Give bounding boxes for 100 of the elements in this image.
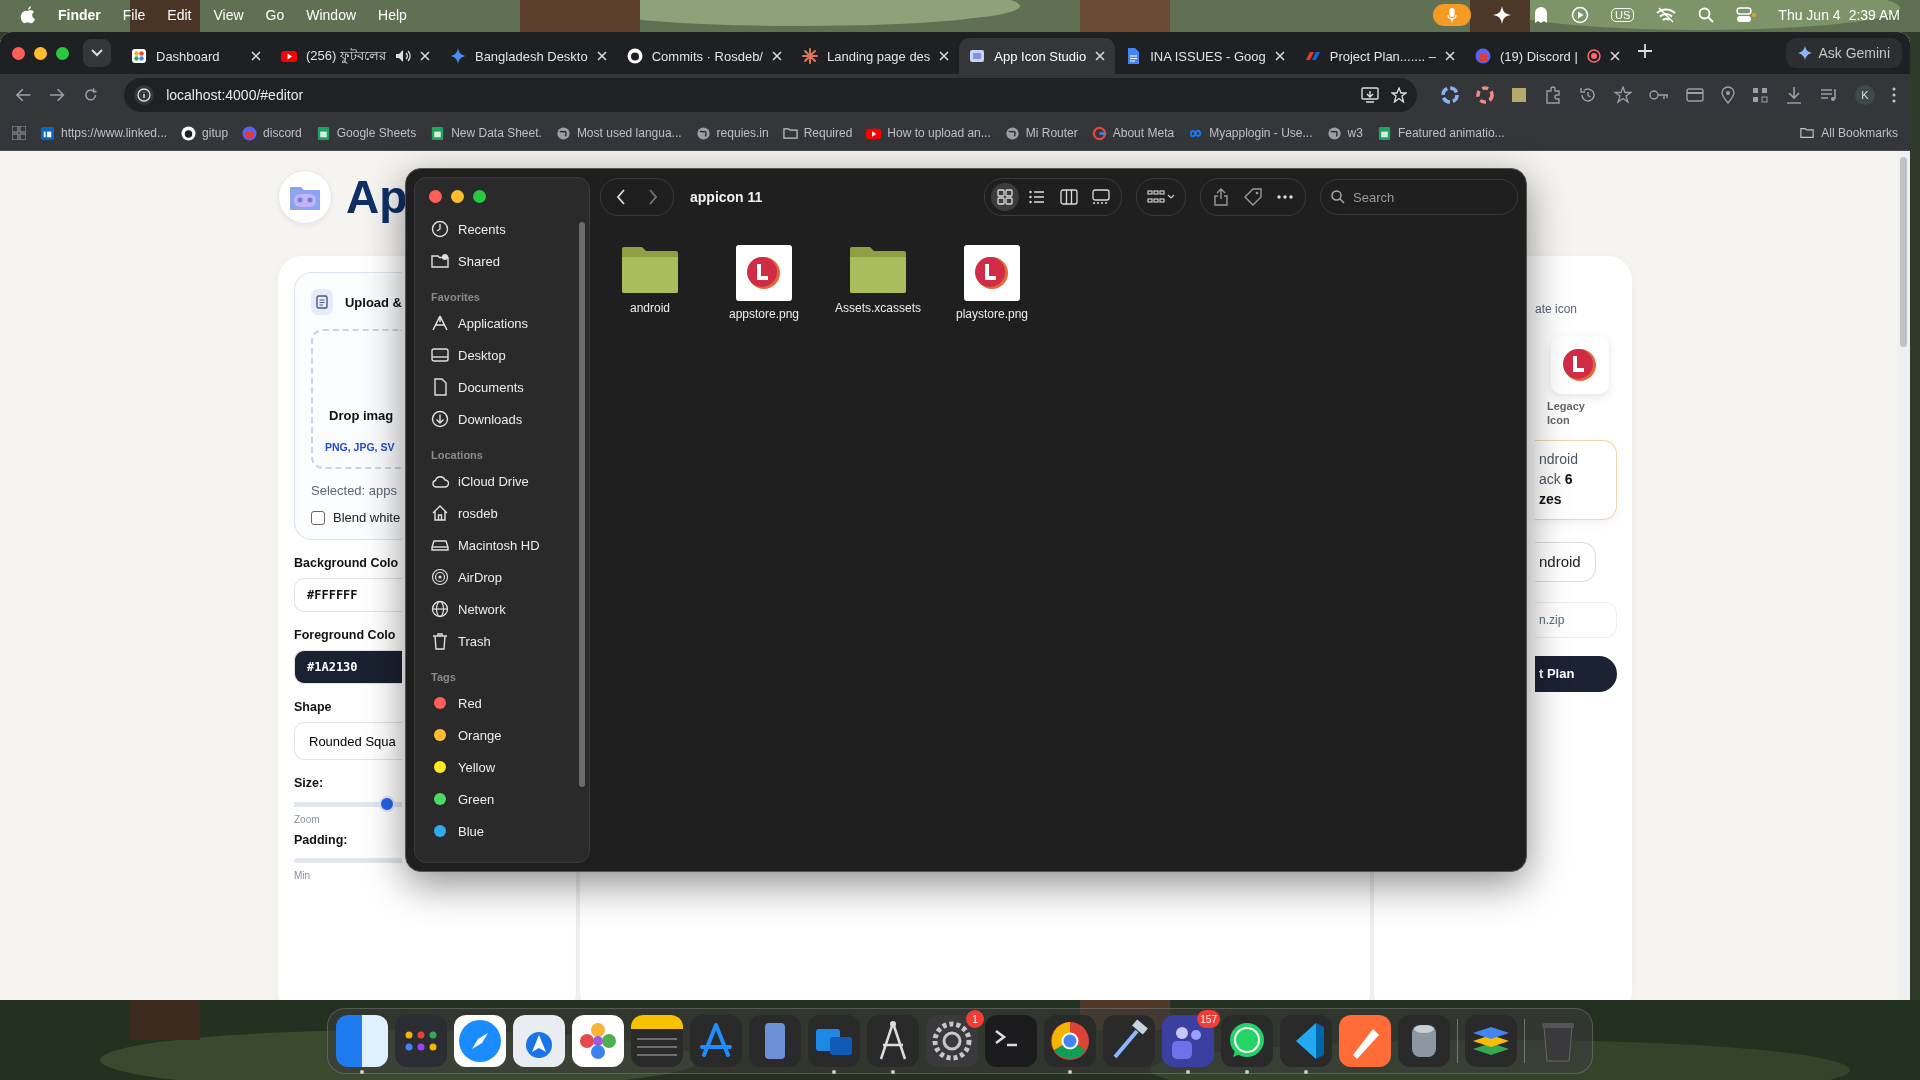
filename-field[interactable]: n.zip <box>1535 601 1617 638</box>
sidebar-item[interactable]: Downloads <box>425 403 575 435</box>
menu-item[interactable]: View <box>213 7 244 23</box>
sidebar-item[interactable]: Applications <box>425 307 575 339</box>
sidebar-item[interactable]: Network <box>425 593 575 625</box>
download-icon <box>1785 86 1803 104</box>
color-field[interactable]: #FFFFFF <box>294 578 402 612</box>
compass-icon[interactable] <box>454 1015 506 1067</box>
folder-entry[interactable]: android <box>608 245 692 321</box>
settings-icon[interactable] <box>926 1015 978 1067</box>
bookmark-link[interactable]: Most used langua... <box>555 125 682 141</box>
menu-item[interactable]: Edit <box>167 7 192 23</box>
hammer-icon[interactable] <box>1103 1015 1155 1067</box>
bookmark-link[interactable]: Featured animatio... <box>1376 125 1505 141</box>
code-editor-icon[interactable] <box>1280 1015 1332 1067</box>
sidebar-item[interactable]: Desktop <box>425 339 575 371</box>
chat-bubble-icon[interactable] <box>1221 1015 1273 1067</box>
browser-tab[interactable]: Dashboard <box>121 38 271 74</box>
menu-app-name[interactable]: Finder <box>58 7 101 23</box>
window-icon[interactable] <box>808 1015 860 1067</box>
sidebar-item[interactable]: Trash <box>425 625 575 657</box>
color-field[interactable]: #1A2130 <box>294 650 402 684</box>
scrollbar-thumb[interactable] <box>1900 157 1907 347</box>
zoom-button[interactable] <box>473 190 486 203</box>
profile-avatar[interactable]: K <box>1855 85 1875 105</box>
navigation-icon[interactable] <box>513 1015 565 1067</box>
slider-thumb[interactable] <box>378 796 395 812</box>
stack-icon[interactable] <box>1465 1015 1517 1067</box>
android-button[interactable]: ndroid <box>1535 541 1596 582</box>
menu-item[interactable]: Help <box>378 7 407 23</box>
drafting-compass-icon[interactable] <box>867 1015 919 1067</box>
browser-tab[interactable]: Project Plan....... – <box>1294 38 1465 74</box>
image-entry[interactable]: appstore.png <box>722 245 806 321</box>
microphone-indicator[interactable] <box>1433 4 1472 26</box>
ask-button[interactable]: Ask Gemini <box>1786 38 1902 68</box>
sidebar-item[interactable]: Green <box>425 783 575 815</box>
sidebar-item[interactable]: rosdeb <box>425 497 575 529</box>
sidebar-item[interactable]: Blue <box>425 815 575 847</box>
scrollbar-thumb[interactable] <box>579 222 585 787</box>
folder-icon <box>848 245 908 295</box>
tab-search-button[interactable] <box>83 39 111 67</box>
blend-checkbox[interactable] <box>311 510 325 525</box>
zoom-button[interactable] <box>56 46 69 60</box>
browser-tab[interactable]: App Icon Studio <box>959 38 1116 74</box>
menu-item[interactable]: File <box>122 7 146 23</box>
browser-tab[interactable]: Bangladesh Deskto <box>439 38 617 74</box>
folder-entry[interactable]: Assets.xcassets <box>836 245 920 321</box>
close-button[interactable] <box>429 190 442 203</box>
sidebar-item[interactable]: Orange <box>425 719 575 751</box>
browser-tab[interactable]: Landing page des <box>791 38 960 74</box>
sidebar-item[interactable]: Recents <box>425 213 575 245</box>
star-icon[interactable] <box>1391 87 1407 103</box>
bookmark-link[interactable]: Required <box>782 125 853 141</box>
terminal-icon[interactable] <box>985 1015 1037 1067</box>
bookmark-link[interactable]: discord <box>242 125 302 141</box>
drop-zone[interactable]: Drop imag PNG, JPG, SV <box>311 329 402 469</box>
info-icon[interactable] <box>134 85 155 105</box>
browser-tab[interactable]: Commits · Rosdeb/ <box>616 38 792 74</box>
bookmark-link[interactable]: w3 <box>1326 125 1363 141</box>
bookmark-link[interactable]: Mi Router <box>1004 125 1078 141</box>
grid-icon[interactable] <box>395 1015 447 1067</box>
bookmark-link[interactable]: https://www.linked... <box>40 125 168 141</box>
bookmark-link[interactable]: requies.in <box>695 125 769 141</box>
sidebar-item[interactable]: Red <box>425 687 575 719</box>
applications-icon <box>431 314 449 332</box>
image-entry[interactable]: playstore.png <box>950 245 1034 321</box>
notepad-icon[interactable] <box>631 1015 683 1067</box>
close-icon <box>251 51 261 61</box>
view-button[interactable] <box>991 183 1019 211</box>
minimize-button[interactable] <box>451 190 464 203</box>
menu-item[interactable]: Go <box>265 7 285 23</box>
upload-heading: Upload & <box>344 294 402 310</box>
phone-icon[interactable] <box>749 1015 801 1067</box>
bookmark-link[interactable]: gitup <box>181 125 229 141</box>
all-bookmarks-button[interactable]: All Bookmarks <box>1799 126 1898 140</box>
menu-item[interactable]: Window <box>306 7 357 23</box>
sidebar-item[interactable]: Documents <box>425 371 575 403</box>
sidebar-item[interactable]: Shared <box>425 245 575 277</box>
bookmark-link[interactable]: How to upload an... <box>866 125 991 141</box>
plan-button[interactable]: t Plan <box>1535 655 1617 692</box>
shape-select[interactable]: Rounded Squa <box>294 722 402 760</box>
browser-tab[interactable]: (256) ফুটবলের <box>271 38 440 74</box>
flower-icon[interactable] <box>572 1015 624 1067</box>
bookmark-link[interactable]: Myapplogin - Use... <box>1188 125 1313 141</box>
sidebar-item[interactable]: iCloud Drive <box>425 465 575 497</box>
bookmark-link[interactable]: About Meta <box>1091 125 1175 141</box>
browser-icon[interactable] <box>1044 1015 1096 1067</box>
browser-tab[interactable]: (19) Discord | <box>1464 38 1630 74</box>
minimize-button[interactable] <box>34 46 47 60</box>
bookmark-link[interactable]: New Data Sheet. <box>430 125 542 141</box>
sidebar-item[interactable]: Macintosh HD <box>425 529 575 561</box>
sidebar-item[interactable]: AirDrop <box>425 561 575 593</box>
browser-tab[interactable]: INA ISSUES - Goog <box>1115 38 1295 74</box>
search-field[interactable]: Search <box>1320 179 1518 215</box>
install-icon[interactable] <box>1361 87 1379 103</box>
close-button[interactable] <box>12 46 25 60</box>
sidebar-item[interactable]: Yellow <box>425 751 575 783</box>
address-bar[interactable]: localhost:4000/#editor <box>124 78 1417 112</box>
pen-icon[interactable] <box>1339 1015 1391 1067</box>
bookmark-link[interactable]: Google Sheets <box>315 125 417 141</box>
